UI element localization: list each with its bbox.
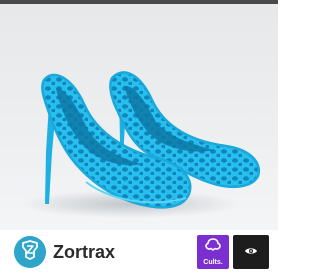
cults-logo-icon: [204, 237, 222, 258]
product-photo[interactable]: [0, 4, 278, 230]
eye-icon: [244, 243, 258, 261]
view-button[interactable]: [233, 235, 269, 269]
design-card[interactable]: Zortrax Cults.: [0, 0, 278, 275]
card-footer: Zortrax Cults.: [0, 230, 278, 275]
cults-button[interactable]: Cults.: [197, 235, 229, 269]
cults-label: Cults.: [203, 259, 223, 266]
zortrax-logo-icon: [19, 239, 41, 266]
designer-avatar[interactable]: [14, 236, 46, 268]
designer-name[interactable]: Zortrax: [53, 242, 115, 262]
